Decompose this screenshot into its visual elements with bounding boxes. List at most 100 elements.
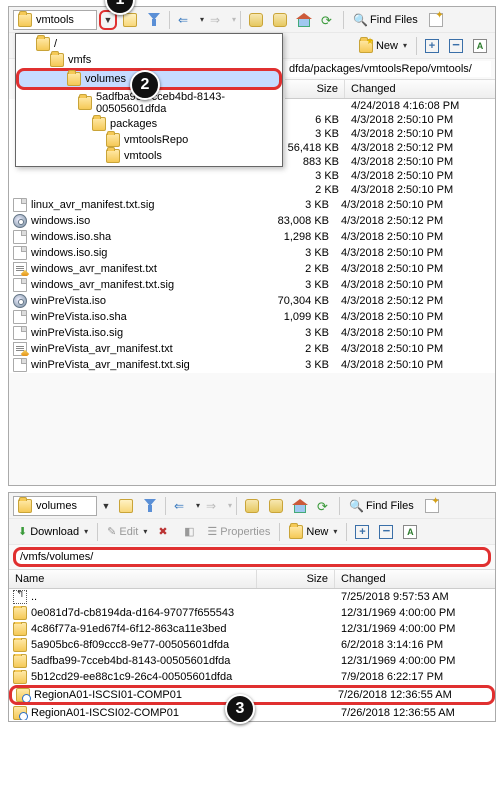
tree-item[interactable]: packages xyxy=(16,116,282,132)
rename-button[interactable]: ◧ xyxy=(178,522,200,542)
column-name[interactable]: Name xyxy=(9,570,257,588)
column-changed[interactable]: Changed xyxy=(345,80,495,98)
cell-name: windows_avr_manifest.txt xyxy=(9,262,257,276)
mode-button[interactable]: A xyxy=(469,36,491,56)
separator xyxy=(236,497,237,515)
table-row[interactable]: 6 KB4/3/2018 2:50:10 PM xyxy=(285,113,495,127)
cell-date: 7/26/2018 12:36:55 AM xyxy=(335,707,495,719)
new-label: New xyxy=(376,40,398,52)
expand-button[interactable]: + xyxy=(421,36,443,56)
back-button[interactable] xyxy=(174,10,196,30)
cell-date: 4/3/2018 2:50:10 PM xyxy=(335,359,495,371)
forward-button[interactable] xyxy=(206,10,228,30)
funnel-icon xyxy=(147,13,161,27)
table-row[interactable]: 4/24/2018 4:16:08 PM xyxy=(285,99,495,113)
cell-date: 12/31/1969 4:00:00 PM xyxy=(335,623,495,635)
collapse-button[interactable]: − xyxy=(375,522,397,542)
new-tab-button[interactable] xyxy=(421,496,443,516)
cell-date: 4/3/2018 2:50:10 PM xyxy=(335,327,495,339)
root-button[interactable] xyxy=(265,496,287,516)
home-button[interactable] xyxy=(293,10,315,30)
mode-button[interactable]: A xyxy=(399,522,421,542)
cell-size: 883 KB xyxy=(285,156,345,168)
column-size[interactable]: Size xyxy=(257,570,335,588)
table-row[interactable]: winPreVista_avr_manifest.txt.sig3 KB4/3/… xyxy=(9,357,495,373)
folder-icon xyxy=(106,133,120,147)
folder-icon xyxy=(13,622,27,636)
tree-item[interactable]: vmfs xyxy=(16,52,282,68)
table-row[interactable]: 5adfba99-7cceb4bd-8143-00505601dfda12/31… xyxy=(9,653,495,669)
home-button[interactable] xyxy=(289,496,311,516)
cell-name: windows.iso.sha xyxy=(9,230,257,244)
properties-icon: ☰ xyxy=(207,525,217,538)
folder-icon xyxy=(13,654,27,668)
table-row[interactable]: winPreVista.iso70,304 KB4/3/2018 2:50:12… xyxy=(9,293,495,309)
edit-button[interactable]: ✎ Edit ▾ xyxy=(102,522,152,542)
collapse-button[interactable]: − xyxy=(445,36,467,56)
back-button[interactable] xyxy=(170,496,192,516)
address-input[interactable]: volumes xyxy=(13,496,97,516)
open-button[interactable] xyxy=(115,496,137,516)
tree-item-label: vmfs xyxy=(68,54,91,66)
address-input[interactable]: vmtools xyxy=(13,10,97,30)
new-label: New xyxy=(306,526,328,538)
table-row[interactable]: winPreVista.iso.sig3 KB4/3/2018 2:50:10 … xyxy=(9,325,495,341)
table-row[interactable]: 0e081d7d-cb8194da-d164-97077f65554312/31… xyxy=(9,605,495,621)
table-row[interactable]: 3 KB4/3/2018 2:50:10 PM xyxy=(285,127,495,141)
delete-button[interactable] xyxy=(154,522,176,542)
path-text: /vmfs/volumes/ xyxy=(20,551,93,563)
address-dropdown-button[interactable]: ▼ xyxy=(99,496,113,516)
table-row[interactable]: windows_avr_manifest.txt.sig3 KB4/3/2018… xyxy=(9,277,495,293)
tree-item[interactable]: vmtoolsRepo xyxy=(16,132,282,148)
properties-label: Properties xyxy=(220,526,270,538)
tree-item[interactable]: vmtools xyxy=(16,148,282,164)
filter-button[interactable] xyxy=(139,496,161,516)
refresh-icon xyxy=(317,499,331,513)
chevron-down-icon[interactable]: ▾ xyxy=(196,501,200,510)
table-row[interactable]: winPreVista_avr_manifest.txt2 KB4/3/2018… xyxy=(9,341,495,357)
column-changed[interactable]: Changed xyxy=(335,570,495,588)
find-files-button[interactable]: Find Files xyxy=(348,10,423,30)
expand-button[interactable]: + xyxy=(351,522,373,542)
table-row[interactable]: 5b12cd29-ee88c1c9-26c4-00505601dfda7/9/2… xyxy=(9,669,495,685)
table-row[interactable]: ..7/25/2018 9:57:53 AM xyxy=(9,589,495,605)
filetxt-edit-icon xyxy=(13,342,27,356)
find-files-label: Find Files xyxy=(370,14,418,26)
parent-button[interactable] xyxy=(241,496,263,516)
parent-button[interactable] xyxy=(245,10,267,30)
file-icon xyxy=(13,358,27,372)
refresh-button[interactable] xyxy=(317,10,339,30)
table-row[interactable]: linux_avr_manifest.txt.sig3 KB4/3/2018 2… xyxy=(9,197,495,213)
path-bar[interactable]: dfda/packages/vmtoolsRepo/vmtools/ xyxy=(285,61,491,77)
table-row[interactable]: 5a905bc6-8f09ccc8-9e77-00505601dfda6/2/2… xyxy=(9,637,495,653)
table-row[interactable]: windows.iso83,008 KB4/3/2018 2:50:12 PM xyxy=(9,213,495,229)
find-files-button[interactable]: Find Files xyxy=(344,496,419,516)
new-button[interactable]: New ▾ xyxy=(284,522,342,542)
table-row[interactable]: windows.iso.sha1,298 KB4/3/2018 2:50:10 … xyxy=(9,229,495,245)
table-row[interactable]: winPreVista.iso.sha1,099 KB4/3/2018 2:50… xyxy=(9,309,495,325)
filter-button[interactable] xyxy=(143,10,165,30)
file-icon xyxy=(13,246,27,260)
table-row[interactable]: 2 KB4/3/2018 2:50:10 PM xyxy=(285,183,495,197)
table-row[interactable]: 883 KB4/3/2018 2:50:10 PM xyxy=(285,155,495,169)
table-row[interactable]: 3 KB4/3/2018 2:50:10 PM xyxy=(285,169,495,183)
separator xyxy=(169,11,170,29)
new-tab-button[interactable] xyxy=(425,10,447,30)
tree-item[interactable]: / xyxy=(16,36,282,52)
chevron-down-icon[interactable]: ▾ xyxy=(200,15,204,24)
table-row[interactable]: 56,418 KB4/3/2018 2:50:12 PM xyxy=(285,141,495,155)
column-size[interactable]: Size xyxy=(285,80,345,98)
forward-button[interactable] xyxy=(202,496,224,516)
new-button[interactable]: New ▾ xyxy=(354,36,412,56)
cell-name: windows_avr_manifest.txt.sig xyxy=(9,278,257,292)
table-row[interactable]: 4c86f77a-91ed67f4-6f12-863ca11e3bed12/31… xyxy=(9,621,495,637)
table-row[interactable]: windows_avr_manifest.txt2 KB4/3/2018 2:5… xyxy=(9,261,495,277)
root-button[interactable] xyxy=(269,10,291,30)
properties-button[interactable]: ☰ Properties xyxy=(202,522,275,542)
chevron-down-icon[interactable]: ▾ xyxy=(228,501,232,510)
path-bar[interactable]: /vmfs/volumes/ xyxy=(13,547,491,567)
refresh-button[interactable] xyxy=(313,496,335,516)
chevron-down-icon[interactable]: ▾ xyxy=(232,15,236,24)
download-button[interactable]: ⬇ Download ▾ xyxy=(13,522,93,542)
table-row[interactable]: windows.iso.sig3 KB4/3/2018 2:50:10 PM xyxy=(9,245,495,261)
